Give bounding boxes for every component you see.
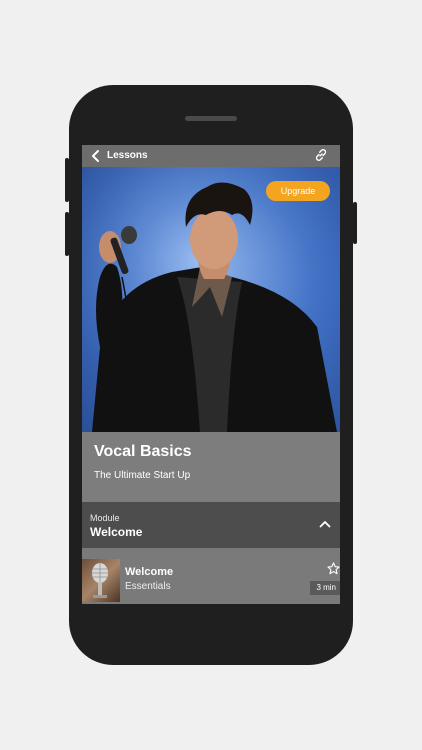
phone-power-button: [353, 202, 357, 244]
phone-speaker: [185, 116, 237, 121]
chevron-left-icon[interactable]: [90, 149, 102, 163]
module-header[interactable]: Module Welcome: [82, 502, 340, 548]
lesson-duration-badge: 3 min: [310, 581, 340, 595]
lesson-title: Welcome: [125, 566, 174, 578]
module-name: Welcome: [90, 525, 143, 539]
course-subtitle: The Ultimate Start Up: [94, 470, 191, 481]
module-label: Module: [90, 513, 120, 523]
app-screen: Lessons Upgrade Vocal Basics The Ultimat…: [82, 145, 340, 604]
nav-title: Lessons: [107, 150, 148, 161]
link-icon[interactable]: [314, 148, 328, 162]
star-icon[interactable]: [327, 562, 340, 575]
lesson-row[interactable]: Welcome Essentials 3 min: [82, 548, 340, 604]
microphone-thumbnail: [82, 559, 120, 602]
course-info: Vocal Basics The Ultimate Start Up: [82, 432, 340, 502]
top-nav-bar: Lessons: [82, 145, 340, 167]
chevron-up-icon[interactable]: [319, 519, 331, 529]
lesson-subtitle: Essentials: [125, 581, 171, 592]
upgrade-button[interactable]: Upgrade: [266, 181, 330, 201]
course-hero-image: Upgrade: [82, 167, 340, 432]
app-store-screenshot: Lessons Upgrade Vocal Basics The Ultimat…: [0, 0, 422, 750]
singer-photo: [82, 167, 340, 432]
course-title: Vocal Basics: [94, 443, 192, 460]
